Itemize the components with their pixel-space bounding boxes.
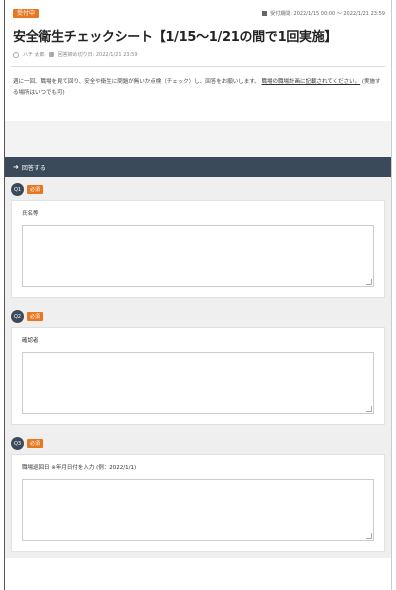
question-card: 確認者 [11, 327, 385, 425]
deadline-text: 回答締め切り日: 2022/1/21 23:59 [57, 52, 138, 58]
answer-input-q2[interactable] [22, 352, 374, 414]
question-q2: Q2 必須 確認者 [5, 304, 391, 431]
question-card: 職場巡回日 ※年月日付を入力 (例：2022/1/1) [11, 454, 385, 552]
question-label: 確認者 [22, 338, 39, 344]
answer-label: 回答する [21, 164, 46, 172]
answer-input-q1[interactable] [22, 225, 374, 287]
resize-handle-icon[interactable] [366, 533, 372, 539]
calendar-icon [262, 10, 268, 16]
question-number: Q3 [11, 437, 24, 450]
required-badge: 必須 [27, 312, 44, 321]
question-header: Q3 必須 [11, 437, 385, 450]
question-header: Q1 必須 [11, 183, 385, 196]
question-number: Q1 [11, 183, 24, 196]
answer-bar[interactable]: ➜ 回答する [5, 157, 391, 177]
survey-page: 受付中 受付期間: 2022/1/15 00:00 〜 2022/1/21 23… [4, 0, 392, 590]
answer-box [22, 225, 374, 287]
meta-row: ハチ 太郎 回答締め切り日: 2022/1/21 23:59 [13, 51, 391, 58]
divider [11, 66, 385, 67]
period-text: 受付期間: 2022/1/15 00:00 〜 2022/1/21 23:59 [270, 10, 385, 17]
arrow-icon: ➜ [13, 163, 19, 171]
page-title: 安全衛生チェックシート【1/15〜1/21の間で1回実施】 [13, 30, 338, 45]
answer-box [22, 479, 374, 541]
question-q3: Q3 必須 職場巡回日 ※年月日付を入力 (例：2022/1/1) [5, 431, 391, 558]
spacer-area [5, 121, 391, 157]
author-name: ハチ 太郎 [23, 52, 45, 58]
top-bar: 受付中 受付期間: 2022/1/15 00:00 〜 2022/1/21 23… [5, 0, 391, 20]
answer-box [22, 352, 374, 414]
resize-handle-icon[interactable] [366, 279, 372, 285]
question-q1: Q1 必須 氏名等 [5, 177, 391, 304]
survey-description: 週に一回、職場を見て回り、安全や衛生に問題が無いか点検（チェック）し、回答をお願… [13, 77, 383, 99]
period-info: 受付期間: 2022/1/15 00:00 〜 2022/1/21 23:59 [262, 10, 385, 17]
answer-input-q3[interactable] [22, 479, 374, 541]
required-badge: 必須 [27, 439, 44, 448]
clock-icon [48, 52, 54, 57]
description-link[interactable]: 職場の職場計画に記載されてください。 [261, 79, 360, 85]
question-header: Q2 必須 [11, 310, 385, 323]
user-icon [13, 51, 19, 58]
question-card: 氏名等 [11, 200, 385, 298]
required-badge: 必須 [27, 185, 44, 194]
question-label: 氏名等 [22, 211, 39, 217]
resize-handle-icon[interactable] [366, 406, 372, 412]
question-label: 職場巡回日 ※年月日付を入力 (例：2022/1/1) [22, 465, 137, 471]
question-number: Q2 [11, 310, 24, 323]
description-main: 週に一回、職場を見て回り、安全や衛生に問題が無いか点検（チェック）し、回答をお願… [13, 79, 260, 85]
status-badge: 受付中 [13, 8, 40, 18]
